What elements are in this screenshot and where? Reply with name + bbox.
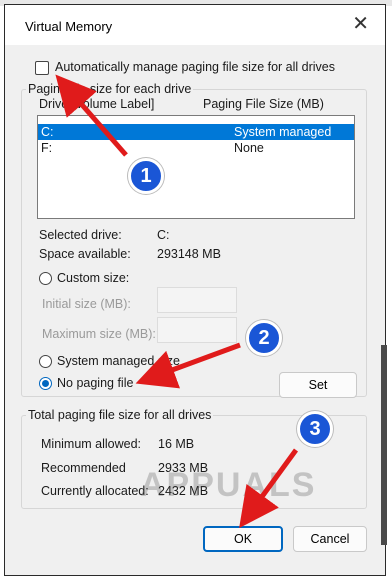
arrow-2 [135,342,241,389]
arrow-3 [239,448,299,529]
step-marker-3: 3 [297,411,333,447]
step-marker-1: 1 [128,158,164,194]
step-marker-2: 2 [246,320,282,356]
arrow-1 [55,74,128,157]
annotation-arrows [55,74,299,529]
